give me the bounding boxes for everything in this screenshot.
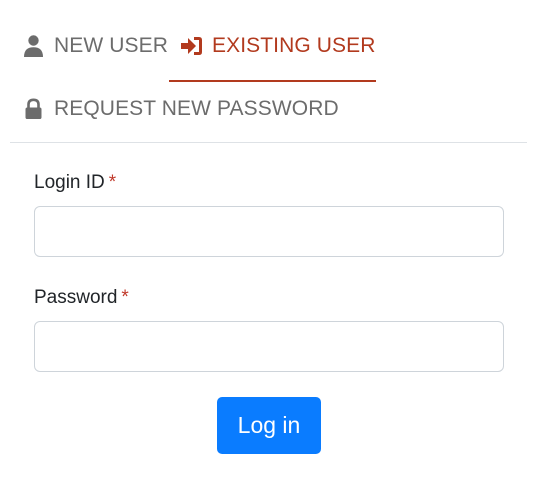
password-input[interactable] xyxy=(34,321,504,372)
tab-existing-user[interactable]: EXISTING USER xyxy=(181,34,376,58)
sign-in-icon xyxy=(181,37,202,55)
required-marker: * xyxy=(108,172,117,193)
tab-request-new-password-label: REQUEST NEW PASSWORD xyxy=(54,97,339,120)
tabs-divider xyxy=(10,142,527,143)
password-label-text: Password xyxy=(34,287,118,308)
lock-icon xyxy=(25,98,42,119)
tab-existing-user-label: EXISTING USER xyxy=(212,34,376,57)
required-marker: * xyxy=(121,287,129,308)
user-icon xyxy=(24,35,43,57)
login-id-label: Login ID * xyxy=(34,172,116,194)
active-tab-indicator xyxy=(169,80,376,82)
tab-new-user[interactable]: NEW USER xyxy=(24,34,168,58)
password-label: Password * xyxy=(34,287,129,309)
login-id-input[interactable] xyxy=(34,206,504,257)
tab-new-user-label: NEW USER xyxy=(54,34,168,57)
login-id-label-text: Login ID xyxy=(34,172,105,193)
login-button[interactable]: Log in xyxy=(217,397,321,454)
tab-request-new-password[interactable]: REQUEST NEW PASSWORD xyxy=(24,97,339,121)
